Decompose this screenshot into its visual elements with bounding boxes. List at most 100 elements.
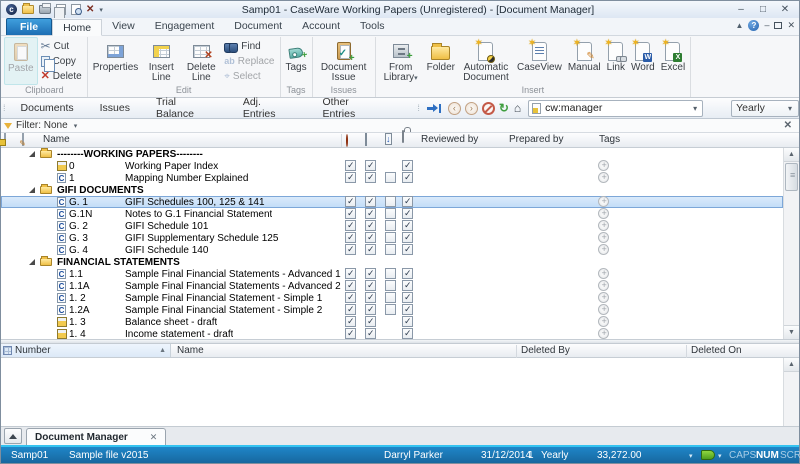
add-tag-button[interactable] (598, 328, 609, 339)
lock-checkbox[interactable] (402, 196, 413, 207)
properties-button[interactable]: Properties (90, 37, 142, 85)
delete-line-button[interactable]: ✕ Delete Line (181, 37, 221, 85)
document-row[interactable]: C 1.1 Sample Final Financial Statements - … (1, 268, 783, 280)
tab-document[interactable]: Document (224, 18, 292, 35)
document-row[interactable]: C G. 3 GIFI Supplementary Schedule 125 (1, 232, 783, 244)
signoff-checkbox[interactable] (345, 196, 356, 207)
address-combobox[interactable]: cw:manager ▾ (528, 99, 704, 117)
date-checkbox[interactable] (365, 292, 376, 303)
copy-button[interactable]: Copy (38, 54, 85, 72)
caseview-button[interactable]: ✶ CaseView (514, 37, 565, 85)
add-tag-button[interactable] (598, 316, 609, 327)
lock-checkbox[interactable] (402, 232, 413, 243)
signoff-column-icon[interactable] (346, 134, 348, 147)
mdi-minimize-button[interactable]: – (764, 20, 769, 31)
mdi-close-button[interactable]: ✕ (787, 20, 795, 31)
folder-row[interactable]: --------WORKING PAPERS-------- (1, 148, 783, 160)
tab-view[interactable]: View (102, 18, 145, 35)
pin-tab-button[interactable] (4, 428, 22, 444)
add-tag-button[interactable] (598, 244, 609, 255)
goto-document-icon[interactable] (426, 103, 441, 113)
period-dropdown-caret-icon[interactable]: ▾ (786, 104, 794, 113)
automatic-document-button[interactable]: ✶ Automatic Document (458, 37, 514, 85)
add-tag-button[interactable] (598, 304, 609, 315)
paste-button[interactable]: Paste (4, 37, 38, 85)
document-row[interactable]: C 1 Mapping Number Explained (1, 172, 783, 184)
add-tag-button[interactable] (598, 280, 609, 291)
rollforward-checkbox[interactable] (385, 268, 396, 279)
issues-view-button[interactable]: Issues (87, 102, 143, 114)
insert-line-button[interactable]: Insert Line (141, 37, 181, 85)
word-button[interactable]: ✶ W Word (628, 37, 658, 85)
date-checkbox[interactable] (365, 268, 376, 279)
deleted-on-column-header[interactable]: Deleted On (691, 345, 742, 356)
folder-row[interactable]: GIFI DOCUMENTS (1, 184, 783, 196)
date-column-icon[interactable] (365, 133, 367, 146)
deleted-scroll-up-icon[interactable]: ▲ (784, 358, 799, 372)
mdi-restore-button[interactable] (774, 20, 788, 29)
add-tag-button[interactable] (598, 232, 609, 243)
document-row[interactable]: 1. 3 Balance sheet - draft (1, 316, 783, 328)
date-checkbox[interactable] (365, 232, 376, 243)
manual-button[interactable]: ✶ ✎ Manual (565, 37, 604, 85)
lock-checkbox[interactable] (402, 172, 413, 183)
add-tag-button[interactable] (598, 208, 609, 219)
tab-home[interactable]: Home (52, 19, 103, 36)
adj-entries-view-button[interactable]: Adj. Entries (230, 96, 310, 120)
collapse-ribbon-icon[interactable]: ▲ (736, 21, 744, 30)
tab-close-icon[interactable]: ✕ (150, 432, 158, 443)
date-checkbox[interactable] (365, 244, 376, 255)
date-checkbox[interactable] (365, 172, 376, 183)
add-tag-button[interactable] (598, 160, 609, 171)
insert-folder-button[interactable]: Folder (424, 37, 458, 85)
signoff-checkbox[interactable] (345, 328, 356, 339)
other-entries-view-button[interactable]: Other Entries (310, 96, 398, 120)
lock-checkbox[interactable] (402, 280, 413, 291)
status-caret-right-icon[interactable]: ▾ (718, 452, 722, 460)
date-checkbox[interactable] (365, 220, 376, 231)
filter-dropdown-caret-icon[interactable]: ▾ (74, 122, 78, 130)
period-combobox[interactable]: Yearly ▾ (731, 99, 800, 117)
cut-button[interactable]: ✂ Cut (38, 39, 85, 54)
rollforward-checkbox[interactable] (385, 244, 396, 255)
tab-engagement[interactable]: Engagement (145, 18, 225, 35)
lock-checkbox[interactable] (402, 160, 413, 171)
signoff-checkbox[interactable] (345, 280, 356, 291)
signoff-checkbox[interactable] (345, 220, 356, 231)
tab-document-manager[interactable]: Document Manager ✕ (26, 428, 167, 445)
reference-column-icon[interactable] (22, 133, 24, 146)
number-column-header[interactable]: Number ▲ (1, 344, 171, 357)
print-icon[interactable] (39, 3, 51, 14)
document-preview-icon[interactable] (71, 4, 82, 15)
filter-close-icon[interactable]: ✕ (784, 120, 796, 131)
document-row[interactable]: C 1. 2 Sample Final Financial Statement - … (1, 292, 783, 304)
signoff-checkbox[interactable] (345, 208, 356, 219)
signoff-checkbox[interactable] (345, 244, 356, 255)
find-button[interactable]: Find (221, 39, 277, 54)
link-button[interactable]: ✶ Link (604, 37, 628, 85)
add-tag-button[interactable] (598, 292, 609, 303)
status-amount[interactable]: 33,272.00 (597, 450, 642, 461)
scrollbar-thumb[interactable] (785, 163, 798, 191)
add-tag-button[interactable] (598, 220, 609, 231)
rollforward-checkbox[interactable] (385, 172, 396, 183)
lock-column-icon[interactable] (402, 130, 404, 143)
close-button[interactable]: ✕ (777, 4, 793, 16)
folder-row[interactable]: FINANCIAL STATEMENTS (1, 256, 783, 268)
expander-icon[interactable] (29, 187, 35, 193)
deleted-pane-scrollbar[interactable]: ▲ (783, 358, 799, 426)
date-checkbox[interactable] (365, 208, 376, 219)
toolbar-grip-2[interactable]: ⁞ (415, 103, 422, 113)
rollforward-checkbox[interactable] (385, 232, 396, 243)
scroll-up-icon[interactable]: ▲ (784, 148, 799, 162)
tab-tools[interactable]: Tools (350, 18, 395, 35)
document-row[interactable]: C G. 1 GIFI Schedules 100, 125 & 141 (1, 196, 783, 208)
document-row[interactable]: 1. 4 Income statement - draft (1, 328, 783, 339)
rollforward-checkbox[interactable] (385, 304, 396, 315)
date-checkbox[interactable] (365, 280, 376, 291)
lock-checkbox[interactable] (402, 328, 413, 339)
signoff-checkbox[interactable] (345, 292, 356, 303)
document-row[interactable]: C G.1N Notes to G.1 Financial Statement (1, 208, 783, 220)
document-row[interactable]: C 1.1A Sample Final Financial Statements -… (1, 280, 783, 292)
add-tag-button[interactable] (598, 196, 609, 207)
